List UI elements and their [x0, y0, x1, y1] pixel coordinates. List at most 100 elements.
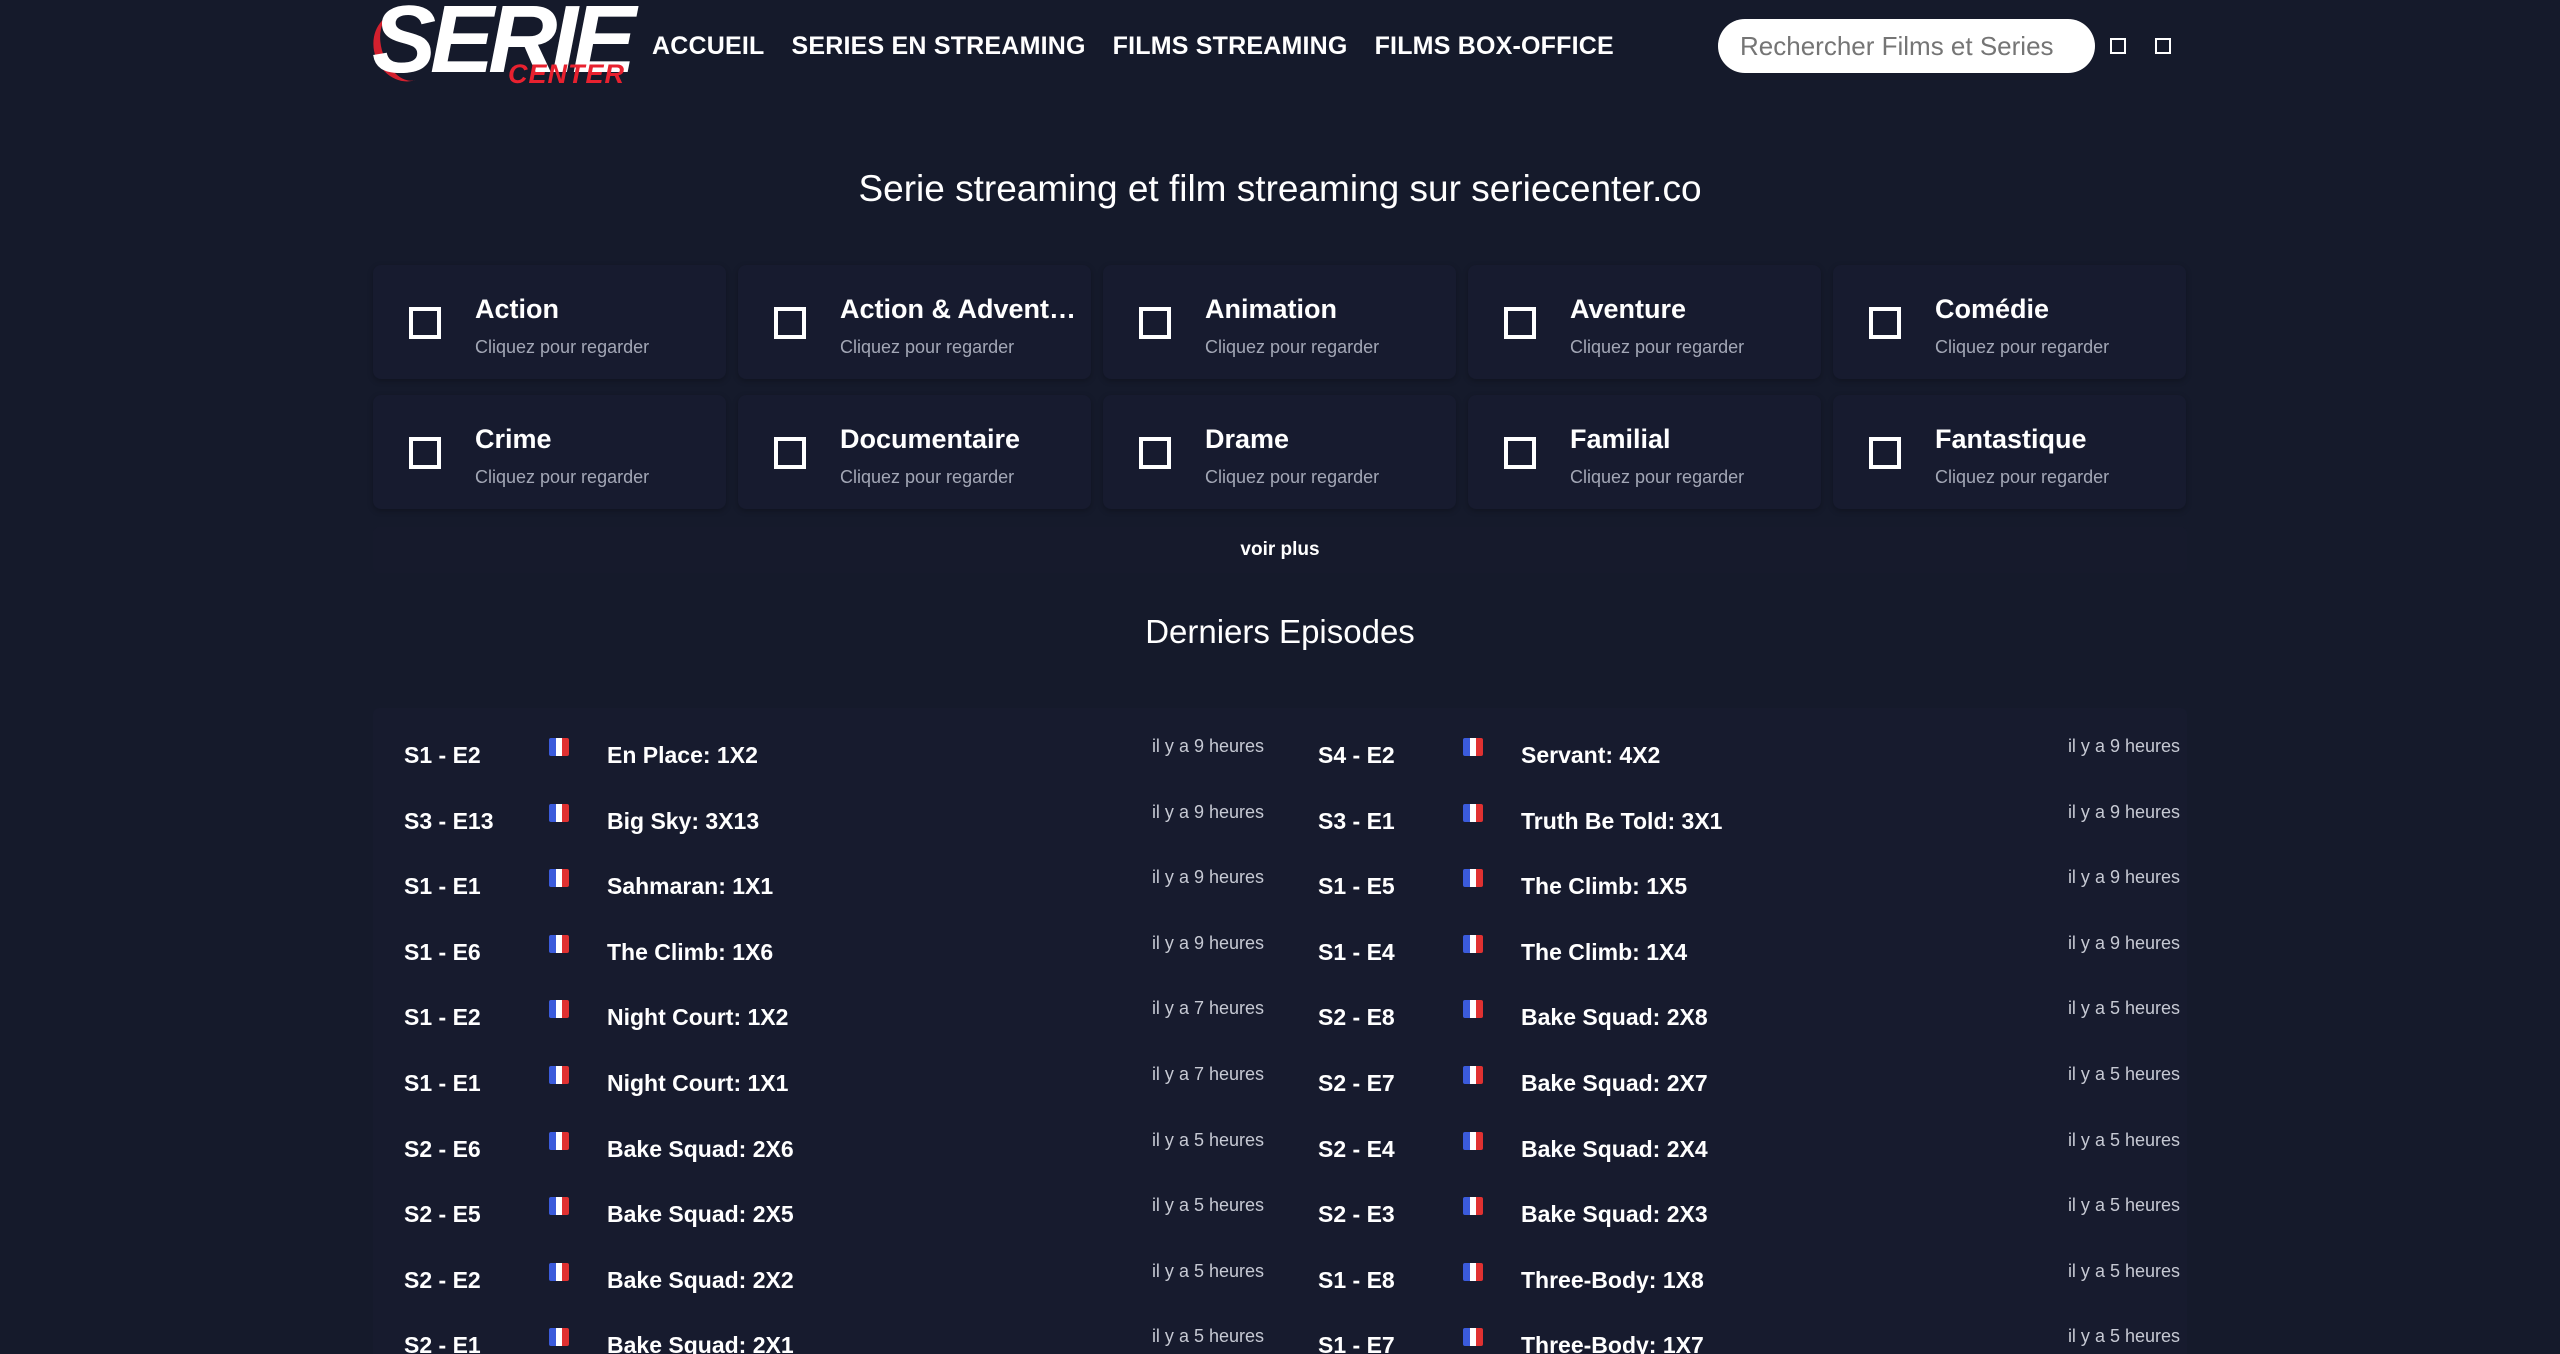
episode-row[interactable]: S2 - E7 Bake Squad: 2X7 il y a 5 heures	[1287, 1036, 2194, 1102]
genre-card-drame[interactable]: Drame Cliquez pour regarder	[1103, 395, 1456, 509]
episode-title-link[interactable]: Bake Squad: 2X2	[607, 1265, 794, 1295]
episode-row[interactable]: S2 - E4 Bake Squad: 2X4 il y a 5 heures	[1287, 1102, 2194, 1168]
episode-code: S1 - E2	[404, 1004, 481, 1031]
episode-row[interactable]: S1 - E1 Night Court: 1X1 il y a 7 heures	[373, 1036, 1280, 1102]
episode-code: S2 - E3	[1318, 1201, 1395, 1228]
episode-code: S3 - E1	[1318, 807, 1395, 834]
episode-code: S1 - E4	[1318, 938, 1395, 965]
genre-subtitle: Cliquez pour regarder	[840, 337, 1015, 357]
episode-title-link[interactable]: Bake Squad: 2X3	[1521, 1199, 1708, 1229]
genre-card-comedie[interactable]: Comédie Cliquez pour regarder	[1833, 265, 2186, 379]
french-flag-icon	[1463, 803, 1483, 822]
genre-name: Documentaire	[840, 424, 1021, 454]
episode-row[interactable]: S2 - E3 Bake Squad: 2X3 il y a 5 heures	[1287, 1167, 2194, 1233]
nav-films-box-office[interactable]: FILMS BOX-OFFICE	[1375, 28, 1614, 64]
genre-checkbox-icon	[1139, 307, 1171, 339]
genre-card-action[interactable]: Action Cliquez pour regarder	[373, 265, 726, 379]
episode-title-link[interactable]: Night Court: 1X2	[607, 1002, 788, 1032]
episode-code: S2 - E4	[1318, 1135, 1395, 1162]
episode-row[interactable]: S3 - E13 Big Sky: 3X13 il y a 9 heures	[373, 774, 1280, 840]
episode-code: S4 - E2	[1318, 742, 1395, 768]
episode-row[interactable]: S3 - E1 Truth Be Told: 3X1 il y a 9 heures	[1287, 774, 2194, 840]
nav-films-streaming[interactable]: FILMS STREAMING	[1113, 28, 1348, 64]
episode-title-link[interactable]: The Climb: 1X4	[1521, 937, 1687, 967]
episode-row[interactable]: S1 - E1 Sahmaran: 1X1 il y a 9 heures	[373, 839, 1280, 905]
logo-center-text: CENTER	[508, 59, 626, 89]
episode-title-link[interactable]: Bake Squad: 2X4	[1521, 1134, 1708, 1164]
site-header: SERIE CENTER ACCUEIL SERIES EN STREAMING…	[0, 0, 2560, 92]
episode-title-link[interactable]: En Place: 1X2	[607, 740, 758, 770]
genre-card-documentaire[interactable]: Documentaire Cliquez pour regarder	[738, 395, 1091, 509]
genre-name: Animation	[1205, 294, 1337, 324]
episode-title-link[interactable]: Truth Be Told: 3X1	[1521, 806, 1722, 836]
episode-row[interactable]: S1 - E2 En Place: 1X2 il y a 9 heures	[373, 708, 1280, 774]
genre-subtitle: Cliquez pour regarder	[475, 337, 650, 357]
episode-title-link[interactable]: The Climb: 1X6	[607, 937, 773, 967]
episode-row[interactable]: S1 - E6 The Climb: 1X6 il y a 9 heures	[373, 905, 1280, 971]
episode-row[interactable]: S2 - E6 Bake Squad: 2X6 il y a 5 heures	[373, 1102, 1280, 1168]
episode-row[interactable]: S2 - E8 Bake Squad: 2X8 il y a 5 heures	[1287, 970, 2194, 1036]
episode-row[interactable]: S2 - E2 Bake Squad: 2X2 il y a 5 heures	[373, 1233, 1280, 1299]
genre-name: Aventure	[1570, 294, 1687, 324]
genre-card-familial[interactable]: Familial Cliquez pour regarder	[1468, 395, 1821, 509]
genre-card-aventure[interactable]: Aventure Cliquez pour regarder	[1468, 265, 1821, 379]
episode-row[interactable]: S2 - E5 Bake Squad: 2X5 il y a 5 heures	[373, 1167, 1280, 1233]
episode-row[interactable]: S1 - E7 Three-Body: 1X7 il y a 5 heures	[1287, 1298, 2194, 1354]
episode-row[interactable]: S2 - E1 Bake Squad: 2X1 il y a 5 heures	[373, 1298, 1280, 1354]
episode-title-link[interactable]: Bake Squad: 2X7	[1521, 1068, 1708, 1098]
header-button-2[interactable]	[2155, 38, 2171, 54]
episode-code: S2 - E5	[404, 1201, 481, 1228]
nav-series-en-streaming[interactable]: SERIES EN STREAMING	[792, 28, 1086, 64]
site-logo[interactable]: SERIE CENTER	[363, 0, 636, 91]
episode-row[interactable]: S1 - E4 The Climb: 1X4 il y a 9 heures	[1287, 905, 2194, 971]
episode-code: S1 - E1	[404, 873, 481, 900]
genre-card-crime[interactable]: Crime Cliquez pour regarder	[373, 395, 726, 509]
episode-code: S1 - E8	[1318, 1266, 1395, 1293]
episode-title-link[interactable]: Three-Body: 1X7	[1521, 1330, 1704, 1354]
genre-card-fantastique[interactable]: Fantastique Cliquez pour regarder	[1833, 395, 2186, 509]
episode-code: S1 - E6	[404, 938, 481, 965]
episode-timestamp: il y a 5 heures	[2067, 998, 2180, 1019]
episode-timestamp: il y a 5 heures	[2067, 1326, 2180, 1347]
genre-subtitle: Cliquez pour regarder	[840, 467, 1015, 487]
episode-title-link[interactable]: Night Court: 1X1	[607, 1068, 788, 1098]
episode-title-link[interactable]: Bake Squad: 2X1	[607, 1330, 794, 1354]
voir-plus-button[interactable]: voir plus	[373, 527, 2187, 573]
episode-timestamp: il y a 9 heures	[1151, 801, 1264, 822]
french-flag-icon	[1463, 934, 1483, 953]
genre-name: Action	[475, 294, 559, 324]
genre-subtitle: Cliquez pour regarder	[1205, 337, 1380, 357]
episode-row[interactable]: S1 - E2 Night Court: 1X2 il y a 7 heures	[373, 970, 1280, 1036]
nav-accueil[interactable]: ACCUEIL	[652, 28, 765, 64]
episode-row[interactable]: S4 - E2 Servant: 4X2 il y a 9 heures	[1287, 708, 2194, 774]
search-input[interactable]	[1718, 19, 2095, 73]
episode-title-link[interactable]: Bake Squad: 2X6	[607, 1134, 794, 1164]
genre-checkbox-icon	[774, 307, 806, 339]
french-flag-icon	[1463, 1262, 1483, 1281]
genre-checkbox-icon	[1869, 307, 1901, 339]
genre-subtitle: Cliquez pour regarder	[1935, 337, 2110, 357]
french-flag-icon	[549, 1328, 569, 1347]
genre-card-action-adventure[interactable]: Action & Adventure Cliquez pour regarder	[738, 265, 1091, 379]
genre-card-animation[interactable]: Animation Cliquez pour regarder	[1103, 265, 1456, 379]
episode-code: S3 - E13	[404, 807, 494, 834]
episode-title-link[interactable]: Sahmaran: 1X1	[607, 871, 773, 901]
french-flag-icon	[549, 1197, 569, 1216]
french-flag-icon	[1463, 1197, 1483, 1216]
episode-row[interactable]: S1 - E5 The Climb: 1X5 il y a 9 heures	[1287, 839, 2194, 905]
episode-timestamp: il y a 9 heures	[2067, 932, 2180, 953]
episode-row[interactable]: S1 - E8 Three-Body: 1X8 il y a 5 heures	[1287, 1233, 2194, 1299]
episode-title-link[interactable]: Bake Squad: 2X8	[1521, 1002, 1708, 1032]
episode-title-link[interactable]: Bake Squad: 2X5	[607, 1199, 794, 1229]
header-button-1[interactable]	[2110, 38, 2126, 54]
episode-title-link[interactable]: Three-Body: 1X8	[1521, 1265, 1704, 1295]
french-flag-icon	[1463, 1000, 1483, 1019]
episode-title-link[interactable]: Servant: 4X2	[1521, 740, 1660, 770]
genre-name: Comédie	[1935, 294, 2050, 324]
episode-code: S2 - E1	[404, 1332, 481, 1354]
episode-timestamp: il y a 9 heures	[1151, 867, 1264, 888]
episode-title-link[interactable]: The Climb: 1X5	[1521, 871, 1687, 901]
episode-title-link[interactable]: Big Sky: 3X13	[607, 806, 759, 836]
genre-name: Familial	[1570, 424, 1671, 454]
episode-timestamp: il y a 7 heures	[1151, 998, 1264, 1019]
